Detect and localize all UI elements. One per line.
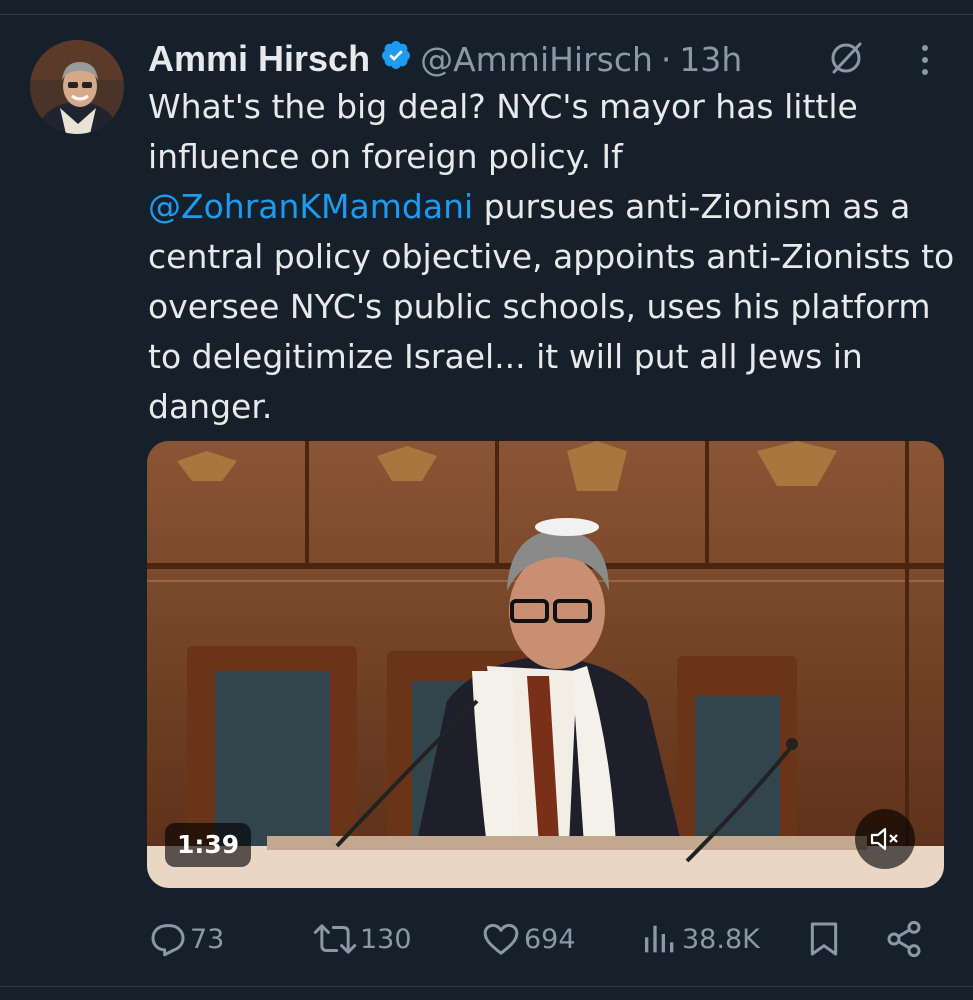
repost-icon (313, 924, 357, 954)
tweet-header: Ammi Hirsch @AmmiHirsch · 13h (148, 36, 742, 82)
action-bar: 73 130 694 38.8K (148, 912, 938, 966)
like-button[interactable]: 694 (480, 912, 576, 966)
divider-bottom (0, 986, 973, 987)
tweet-text: What's the big deal? NYC's mayor has lit… (148, 82, 958, 432)
grok-icon[interactable] (826, 38, 866, 78)
repost-button[interactable]: 130 (312, 912, 412, 966)
mute-button[interactable] (855, 809, 915, 869)
timestamp[interactable]: 13h (679, 40, 742, 79)
like-icon (483, 923, 519, 955)
tweet-text-part: What's the big deal? NYC's mayor has lit… (148, 87, 858, 176)
more-icon[interactable] (915, 42, 935, 78)
like-count: 694 (524, 923, 576, 955)
reply-button[interactable]: 73 (148, 912, 224, 966)
video-duration: 1:39 (165, 823, 252, 867)
video-frame (147, 441, 944, 888)
bookmark-icon (810, 922, 838, 956)
author-name[interactable]: Ammi Hirsch (148, 38, 370, 80)
divider-top (0, 14, 973, 15)
reply-count: 73 (190, 923, 225, 955)
views-icon (645, 925, 674, 953)
avatar[interactable] (30, 40, 124, 134)
reply-icon (151, 924, 185, 957)
verified-badge-icon (370, 39, 420, 79)
mute-icon (870, 827, 898, 851)
mention-link[interactable]: @ZohranKMamdani (148, 187, 473, 226)
bookmark-button[interactable] (804, 912, 846, 966)
repost-count: 130 (360, 923, 412, 955)
video-player[interactable]: 1:39 (147, 441, 944, 888)
share-button[interactable] (884, 912, 926, 966)
separator-dot: · (660, 39, 672, 79)
views-button[interactable]: 38.8K (640, 912, 760, 966)
share-icon (887, 920, 921, 958)
author-handle[interactable]: @AmmiHirsch (420, 40, 653, 79)
views-count: 38.8K (682, 923, 760, 955)
